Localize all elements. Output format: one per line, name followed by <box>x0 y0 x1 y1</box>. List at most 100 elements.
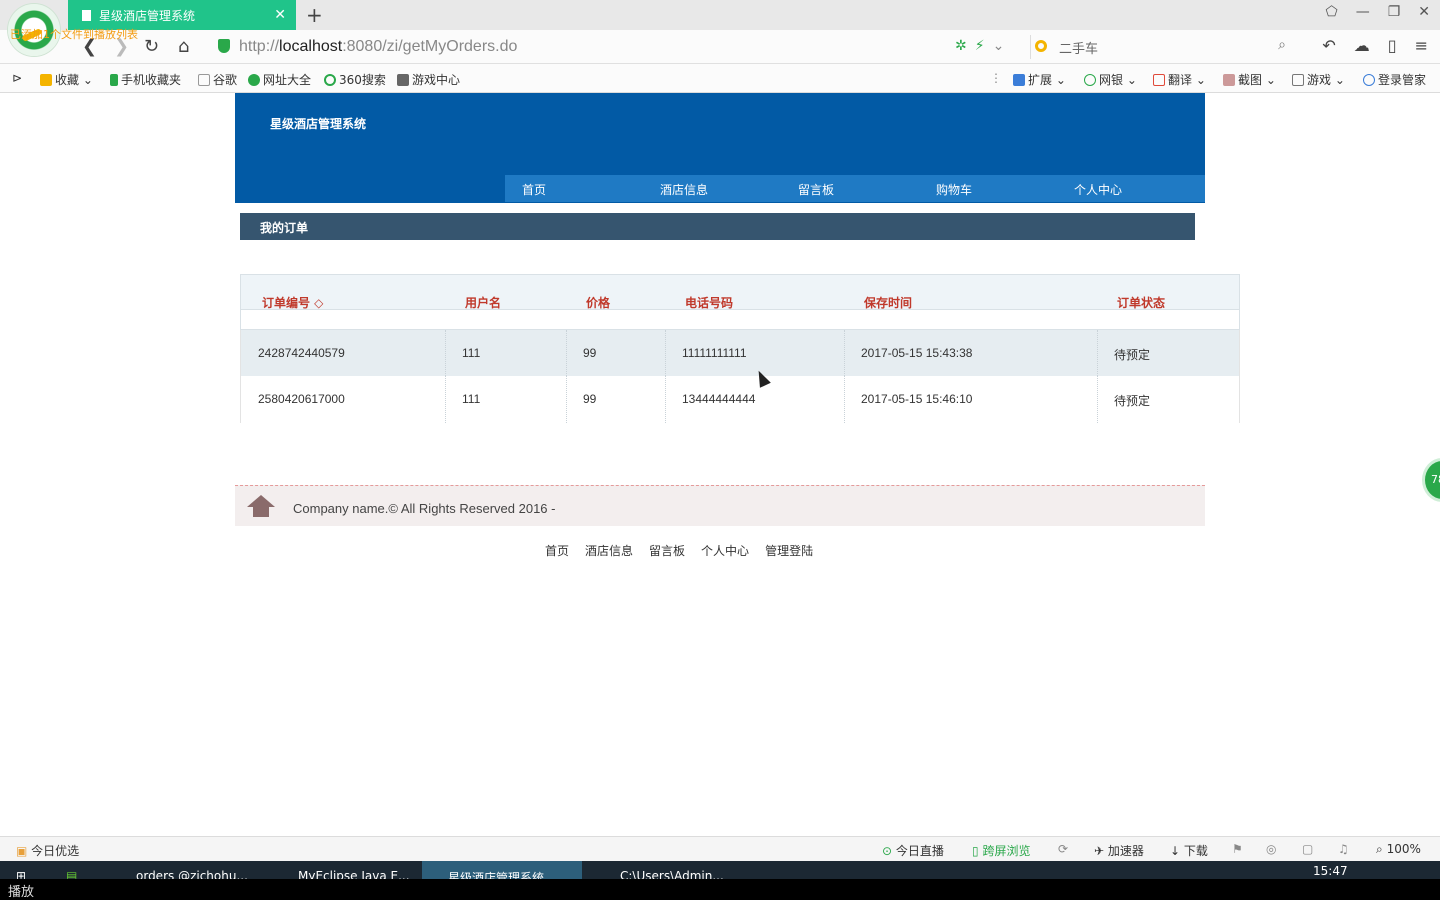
browser-toolbar: ↶ ☁ ▯ ≡ <box>1322 36 1428 55</box>
close-window-icon[interactable]: ✕ <box>1418 4 1430 20</box>
user-key-icon <box>1363 74 1375 86</box>
search-box[interactable]: 二手车 ⌕ <box>1030 35 1290 59</box>
document-icon <box>82 9 91 21</box>
reload-icon[interactable]: ↻ <box>144 36 159 57</box>
playlist-notification: 已添加1个文件到播放列表 <box>10 28 138 41</box>
phone-icon[interactable]: ▯ <box>1388 36 1397 55</box>
browser-tab-strip: 已添加1个文件到播放列表 星级酒店管理系统 ✕ + ⬠ — ❐ ✕ <box>0 0 1440 56</box>
site-header: 星级酒店管理系统 首页 酒店信息 留言板 购物车 个人中心 <box>235 93 1205 203</box>
task-explorer[interactable]: C:\Users\Admin... <box>594 861 744 879</box>
task-database[interactable]: orders @zichohu... <box>110 861 260 879</box>
tool-games[interactable]: 游戏 ⌄ <box>1292 71 1345 88</box>
footer-link-profile[interactable]: 个人中心 <box>701 542 749 559</box>
nav-hotel-info[interactable]: 酒店信息 <box>660 181 708 198</box>
status-cross-screen[interactable]: ▯ 跨屏浏览 <box>972 842 1030 859</box>
browser-icon[interactable]: ◎ <box>1266 842 1276 856</box>
gamepad-icon <box>397 74 409 86</box>
tab-title: 星级酒店管理系统 <box>99 8 196 23</box>
more-icon[interactable]: ⋮ <box>990 71 1002 85</box>
search-input[interactable]: 二手车 <box>1059 38 1098 57</box>
footer-link-home[interactable]: 首页 <box>545 542 569 559</box>
lightning-icon[interactable]: ⚡ <box>975 38 985 54</box>
tool-screenshot[interactable]: 截图 ⌄ <box>1223 71 1276 88</box>
column-divider <box>445 330 446 376</box>
tool-banking[interactable]: 网银 ⌄ <box>1084 71 1137 88</box>
page-icon <box>198 74 210 86</box>
column-divider <box>665 330 666 376</box>
footer-link-hotel-info[interactable]: 酒店信息 <box>585 542 633 559</box>
security-shield-icon <box>218 39 230 53</box>
dropdown-icon[interactable]: ⌄ <box>993 38 1005 54</box>
iqiyi-icon[interactable]: ▤ <box>62 861 77 879</box>
column-divider <box>566 330 567 376</box>
tool-translate[interactable]: 翻译 ⌄ <box>1153 71 1206 88</box>
cell-price: 99 <box>583 346 597 360</box>
orders-table: 订单编号 ◇ 用户名 价格 电话号码 保存时间 订单状态 24287424405… <box>240 274 1240 423</box>
task-browser[interactable]: 星级酒店管理系统 <box>422 861 582 879</box>
footer-link-admin-login[interactable]: 管理登陆 <box>765 542 813 559</box>
daily-picks[interactable]: ▣ 今日优选 <box>16 842 79 859</box>
table-row[interactable]: 2580420617000 111 99 13444444444 2017-05… <box>240 376 1240 423</box>
cell-price: 99 <box>583 392 597 406</box>
floating-assistant-ball[interactable]: 78 <box>1422 458 1440 502</box>
window-icon[interactable]: ▢ <box>1302 842 1313 856</box>
cell-saved-time: 2017-05-15 15:43:38 <box>861 346 973 360</box>
tool-extensions[interactable]: 扩展 ⌄ <box>1013 71 1066 88</box>
cell-order-id: 2428742440579 <box>258 346 345 360</box>
task-myeclipse[interactable]: MyEclipse Java E... <box>272 861 420 879</box>
bookmark-bar: ⊳ 收藏 ⌄ 手机收藏夹 谷歌 网址大全 360搜索 游戏中心 ⋮ 扩展 ⌄ 网… <box>0 64 1440 93</box>
footer-links: 首页 酒店信息 留言板 个人中心 管理登陆 <box>545 542 813 559</box>
speed-mode-icon[interactable]: ✲ <box>955 38 967 54</box>
nav-cart[interactable]: 购物车 <box>936 181 972 198</box>
cell-username: 111 <box>462 392 481 406</box>
bookmark-sites[interactable]: 网址大全 <box>248 71 311 88</box>
refresh-icon[interactable]: ⟳ <box>1058 842 1068 856</box>
column-divider <box>665 376 666 423</box>
tool-login-manager[interactable]: 登录管家 <box>1363 71 1426 88</box>
cell-status: 待预定 <box>1114 348 1151 362</box>
status-accelerator[interactable]: ✈ 加速器 <box>1094 842 1144 859</box>
bookmark-mobile[interactable]: 手机收藏夹 <box>110 71 181 88</box>
nav-profile[interactable]: 个人中心 <box>1074 181 1122 198</box>
home-icon[interactable]: ⌂ <box>178 36 189 57</box>
restore-icon[interactable]: ❐ <box>1388 4 1401 20</box>
extension-icon <box>1013 74 1025 86</box>
section-title: 我的订单 <box>240 213 1195 240</box>
undo-icon[interactable]: ↶ <box>1322 36 1335 55</box>
cell-status: 待预定 <box>1114 394 1151 408</box>
column-divider <box>1097 330 1098 376</box>
bookmark-360search[interactable]: 360搜索 <box>324 71 386 88</box>
minimize-icon[interactable]: — <box>1356 4 1370 20</box>
site-title: 星级酒店管理系统 <box>270 117 367 131</box>
nav-home[interactable]: 首页 <box>522 181 546 198</box>
company-logo-icon <box>243 495 279 517</box>
site-footer: Company name.© All Rights Reserved 2016 … <box>235 485 1205 526</box>
footer-link-message-board[interactable]: 留言板 <box>649 542 685 559</box>
cell-saved-time: 2017-05-15 15:46:10 <box>861 392 973 406</box>
new-tab-button[interactable]: + <box>306 3 323 27</box>
search-icon[interactable]: ⌕ <box>1278 37 1286 53</box>
status-download[interactable]: ↓ 下载 <box>1170 842 1208 859</box>
bookmark-games[interactable]: 游戏中心 <box>397 71 460 88</box>
close-tab-icon[interactable]: ✕ <box>274 7 286 23</box>
clock[interactable]: 15:47 <box>1313 864 1348 878</box>
game-icon <box>1292 74 1304 86</box>
column-divider <box>445 376 446 423</box>
bookmark-favorites[interactable]: 收藏 ⌄ <box>40 71 93 88</box>
zoom-level[interactable]: ⌕ 100% <box>1376 842 1421 857</box>
status-live[interactable]: ⊙ 今日直播 <box>882 842 944 859</box>
table-row[interactable]: 2428742440579 111 99 11111111111 2017-05… <box>240 330 1240 376</box>
cell-phone: 11111111111 <box>682 346 747 360</box>
sidebar-toggle-icon[interactable]: ⊳ <box>12 71 22 85</box>
skin-icon[interactable]: ⬠ <box>1326 4 1338 20</box>
nav-message-board[interactable]: 留言板 <box>798 181 834 198</box>
url-input[interactable]: http://localhost:8080/zi/getMyOrders.do <box>239 38 517 56</box>
bookmark-google[interactable]: 谷歌 <box>198 71 237 88</box>
menu-icon[interactable]: ≡ <box>1415 36 1428 55</box>
cloud-icon[interactable]: ☁ <box>1354 36 1370 55</box>
cell-username: 111 <box>462 346 481 360</box>
start-icon[interactable]: ⊞ <box>10 861 26 879</box>
speaker-icon[interactable]: ♫ <box>1338 842 1349 856</box>
flag-icon[interactable]: ⚑ <box>1232 842 1243 856</box>
header-spacer <box>241 309 1239 329</box>
